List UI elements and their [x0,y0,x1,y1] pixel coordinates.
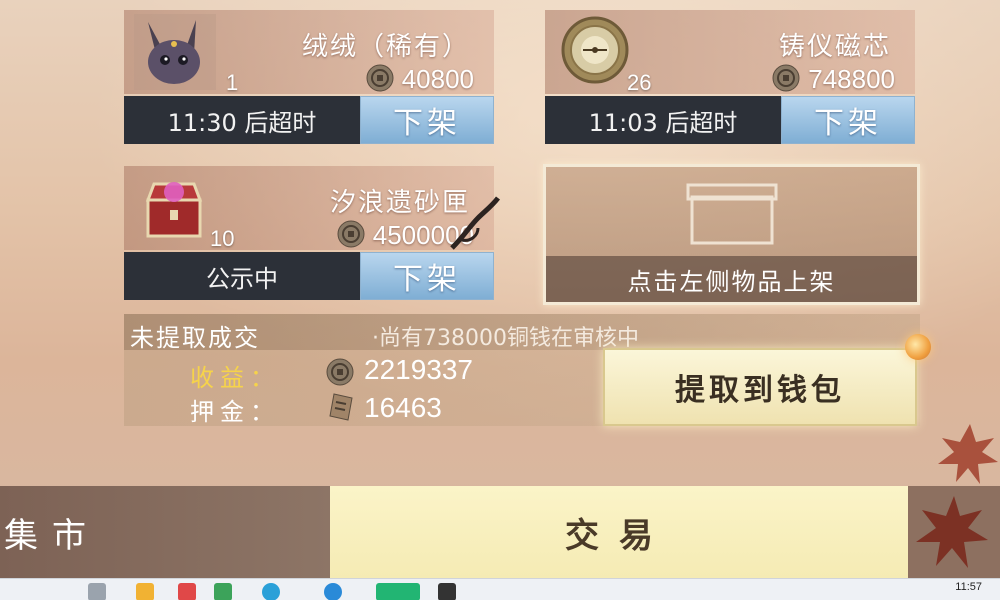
maple-leaf-icon [938,424,998,484]
listing-status: 公示中 [206,264,278,293]
withdraw-to-wallet-button[interactable]: 提取到钱包 [603,348,917,426]
listing-card-3[interactable]: 10 汐浪遗砂匣 4500000 公示中 下架 [124,166,500,300]
empty-box-icon [686,183,778,245]
taskbar-app-icon[interactable] [88,583,106,600]
listing-name: 铸仪磁芯 [778,32,891,62]
taskbar-app-icon[interactable] [324,583,342,600]
listing-price: 40800 [366,64,474,95]
delist-button[interactable]: 下架 [781,96,915,144]
listing-price-value: 40800 [401,64,474,94]
glow-orb-icon [905,334,931,360]
cloud-ornament-icon [450,196,500,250]
listing-status-bar: 公示中 下架 [124,252,494,300]
taskbar-app-icon[interactable] [438,583,456,600]
compass-core-icon [561,16,629,84]
tab-market[interactable]: 集市 [0,486,330,578]
listing-status-bar: 11:03 后超时 下架 [545,96,915,144]
delist-button[interactable]: 下架 [360,96,494,144]
coin-icon [326,358,354,386]
coin-icon [366,64,394,92]
empty-slot-hint: 点击左侧物品上架 [546,256,917,302]
taskbar-app-icon[interactable] [376,583,420,600]
taskbar-app-icon[interactable] [214,583,232,600]
earnings-title: 未提取成交 [130,324,260,352]
listing-name: 绒绒（稀有） [301,32,470,62]
delist-button[interactable]: 下架 [360,252,494,300]
deposit-ticket-icon [329,393,353,421]
treasure-chest-icon [145,182,203,238]
income-label: 收益： [190,364,280,392]
listing-status: 11:30 后超时 [167,108,317,137]
listing-card-1[interactable]: 1 绒绒（稀有） 40800 11:30 后超时 下架 [124,10,494,144]
tab-decoration [908,486,1000,578]
empty-listing-slot[interactable]: 点击左侧物品上架 [543,164,920,305]
deposit-label: 押金： [190,398,280,426]
taskbar-app-icon[interactable] [136,583,154,600]
taskbar-app-icon[interactable] [262,583,280,600]
purple-creature-icon [134,14,216,90]
coin-icon [772,64,800,92]
listing-quantity: 10 [210,226,235,251]
listing-price: 748800 [772,64,895,95]
taskbar-clock: 11:57 [955,581,982,593]
deposit-value: 16463 [364,392,442,423]
listing-status-bar: 11:30 后超时 下架 [124,96,494,144]
coin-icon [337,220,365,248]
listing-status: 11:03 后超时 [588,108,738,137]
maple-leaf-icon [916,496,988,568]
listing-quantity: 1 [226,70,239,95]
taskbar-app-icon[interactable] [178,583,196,600]
listing-card-2[interactable]: 26 铸仪磁芯 748800 11:03 后超时 下架 [545,10,915,144]
pending-review-notice: ·尚有738000铜钱在审核中 [372,326,639,351]
os-taskbar: 11:57 [0,578,1000,600]
tab-trade[interactable]: 交易 [330,486,908,578]
income-value: 2219337 [364,354,474,385]
listing-quantity: 26 [627,70,652,95]
listing-price-value: 748800 [808,64,895,94]
